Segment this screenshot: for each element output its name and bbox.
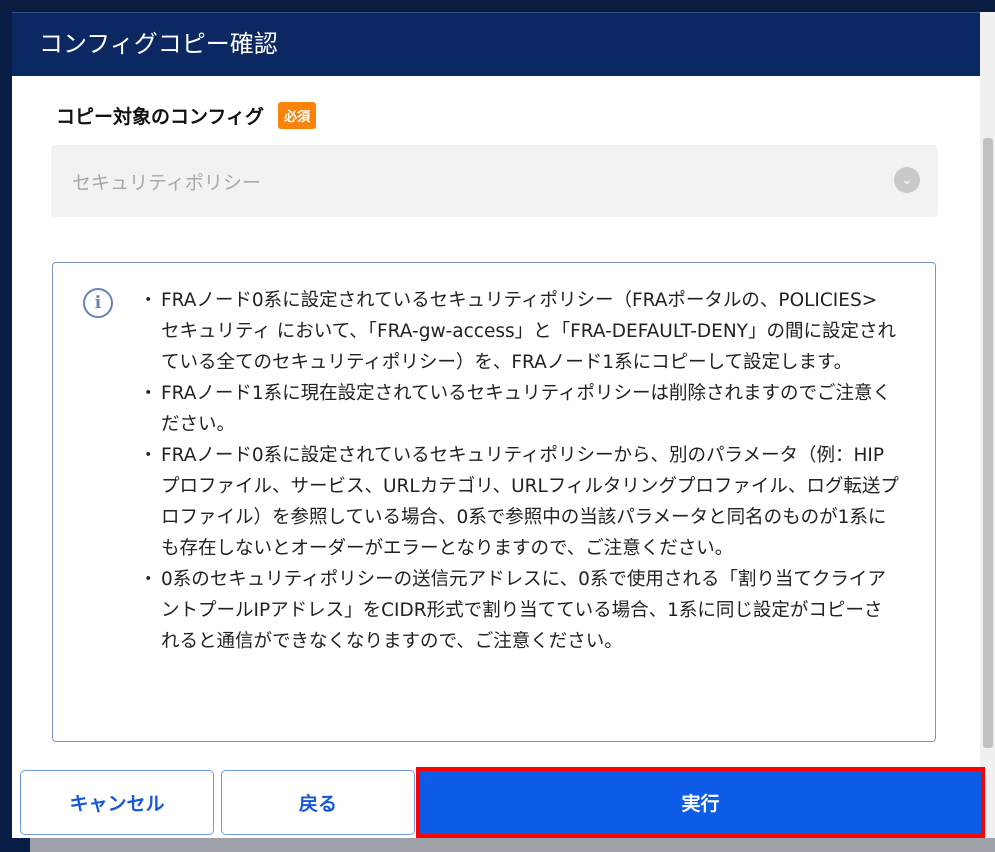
field-label-row: コピー対象のコンフィグ 必須 <box>56 102 317 129</box>
cancel-button[interactable]: キャンセル <box>20 770 214 835</box>
config-select[interactable]: セキュリティポリシー ⌄ <box>51 145 938 217</box>
scrollbar-thumb[interactable] <box>983 138 993 748</box>
notice-item: 0系のセキュリティポリシーの送信元アドレスに、0系で使用される「割り当てクライア… <box>139 564 899 657</box>
info-icon: i <box>83 288 113 318</box>
background-app-bar <box>0 0 995 12</box>
required-badge: 必須 <box>278 102 317 129</box>
notice-item: FRAノード0系に設定されているセキュリティポリシー（FRAポータルの、POLI… <box>139 285 899 378</box>
notice-item: FRAノード1系に現在設定されているセキュリティポリシーは削除されますのでご注意… <box>139 378 899 440</box>
execute-button[interactable]: 実行 <box>416 767 985 838</box>
field-label: コピー対象のコンフィグ <box>56 106 265 128</box>
background-footer <box>30 838 995 852</box>
config-select-value: セキュリティポリシー <box>72 172 261 194</box>
chevron-down-icon: ⌄ <box>894 167 920 193</box>
notice-list: FRAノード0系に設定されているセキュリティポリシー（FRAポータルの、POLI… <box>139 285 899 657</box>
notice-item: FRAノード0系に設定されているセキュリティポリシーから、別のパラメータ（例：H… <box>139 440 899 564</box>
dialog-title: コンフィグコピー確認 <box>12 12 980 76</box>
info-notice-box: i FRAノード0系に設定されているセキュリティポリシー（FRAポータルの、PO… <box>52 262 936 742</box>
back-button[interactable]: 戻る <box>221 770 415 835</box>
